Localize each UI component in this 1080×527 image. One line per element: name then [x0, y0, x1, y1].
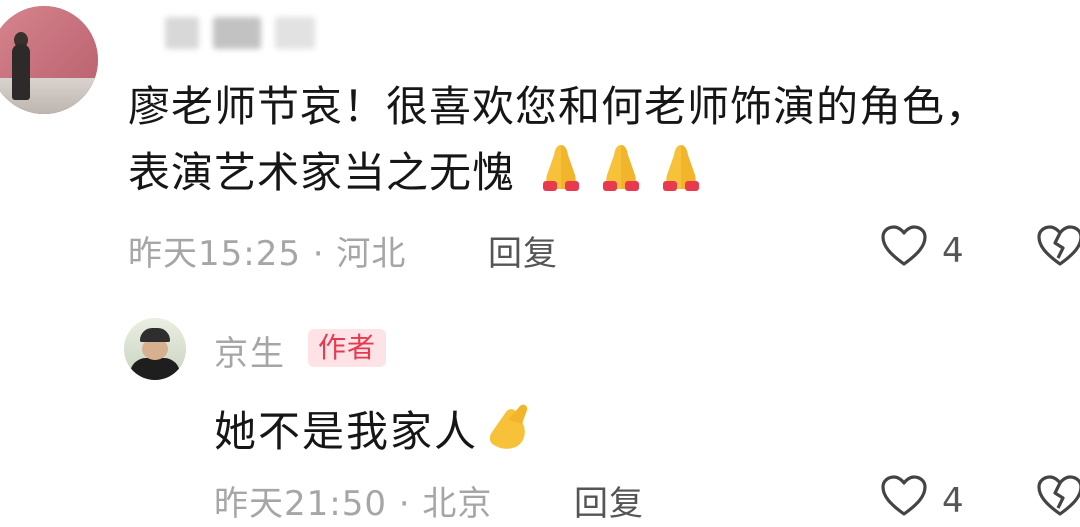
commenter-name-blurred[interactable]	[165, 14, 315, 52]
pray-icon	[653, 141, 709, 212]
comment-time-location: 昨天15:25 · 河北	[128, 234, 407, 274]
heart-icon	[880, 474, 928, 527]
comment-like-button[interactable]: 4	[880, 224, 964, 277]
comment-dislike-button[interactable]	[1036, 224, 1080, 277]
pray-icon	[533, 141, 589, 212]
reply-body: 她不是我家人	[214, 398, 542, 462]
commenter-avatar[interactable]	[0, 6, 98, 114]
pray-icon	[593, 141, 649, 212]
replier-avatar[interactable]	[124, 318, 186, 380]
reply-time-location: 昨天21:50 · 北京	[214, 484, 493, 524]
comment-like-count: 4	[942, 230, 964, 271]
broken-heart-icon	[1036, 224, 1080, 277]
comment-reply-button[interactable]: 回复	[488, 226, 558, 275]
broken-heart-icon	[1036, 474, 1080, 527]
author-badge: 作者	[308, 329, 387, 367]
reply-like-button[interactable]: 4	[880, 474, 964, 527]
reply-like-count: 4	[942, 480, 964, 521]
comment-text-line2: 表演艺术家当之无愧	[128, 148, 516, 197]
comment-text-line1: 廖老师节哀！很喜欢您和何老师饰演的角色，	[128, 82, 989, 131]
reply-text: 她不是我家人	[214, 407, 479, 456]
replier-name[interactable]: 京生	[214, 326, 286, 375]
reply-dislike-button[interactable]	[1036, 474, 1080, 527]
comment-body: 廖老师节哀！很喜欢您和何老师饰演的角色， 表演艺术家当之无愧	[128, 74, 1058, 212]
reply-reply-button[interactable]: 回复	[574, 476, 644, 525]
pray-icon	[482, 400, 542, 462]
heart-icon	[880, 224, 928, 277]
